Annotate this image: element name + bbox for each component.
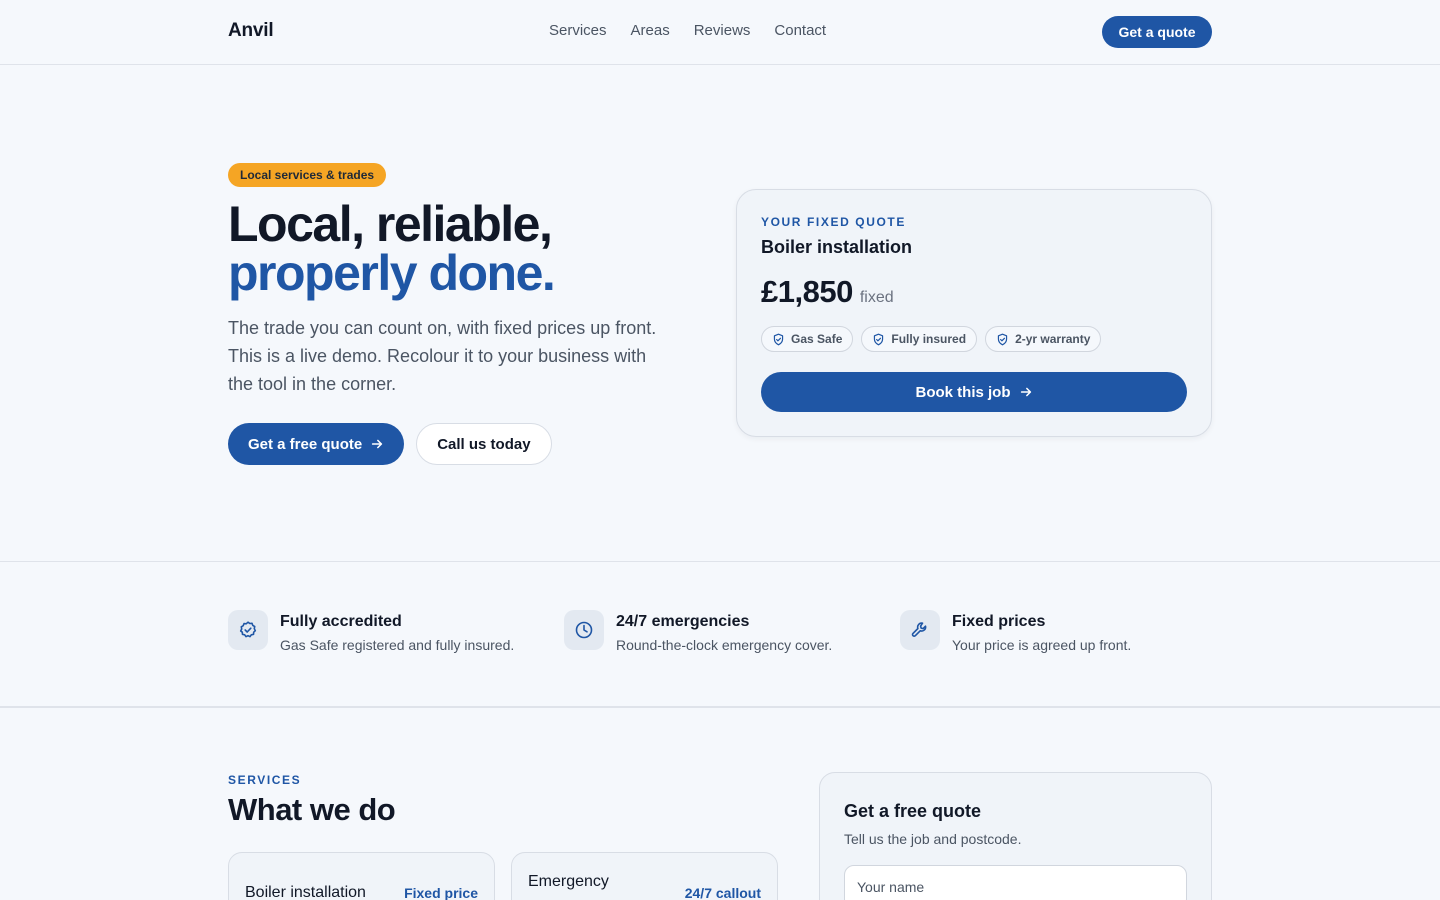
service-card-boiler[interactable]: Boiler installation Fixed price <box>228 852 495 900</box>
form-title: Get a free quote <box>844 801 982 821</box>
check-badge-icon <box>228 610 268 650</box>
free-quote-label: Get a free quote <box>248 435 363 453</box>
feature-title: 24/7 emergencies <box>616 613 750 630</box>
wrench-icon <box>900 610 940 650</box>
name-input[interactable] <box>844 865 1187 900</box>
badge-warranty: 2-yr warranty <box>985 326 1102 352</box>
hero-actions: Get a free quote Call us today <box>228 423 552 465</box>
services-title: What we do <box>228 792 396 827</box>
feature-fixed-prices: Fixed prices Your price is agreed up fro… <box>900 610 1131 653</box>
hero-title-line2: properly done. <box>228 245 556 301</box>
fixed-quote-card: YOUR FIXED QUOTE Boiler installation £1,… <box>736 189 1212 437</box>
book-job-button[interactable]: Book this job <box>761 372 1187 412</box>
services-eyebrow: SERVICES <box>228 773 302 787</box>
hero-title-line1: Local, reliable, <box>228 196 553 252</box>
service-name: Boiler installation <box>245 884 366 900</box>
main-nav: Services Areas Reviews Contact <box>549 22 826 39</box>
quote-price-row: £1,850 fixed <box>761 274 894 310</box>
feature-desc: Your price is agreed up front. <box>952 637 1132 653</box>
service-card-emergency[interactable]: Emergency 24/7 callout <box>511 852 778 900</box>
arrow-right-icon <box>372 439 383 449</box>
nav-contact[interactable]: Contact <box>774 22 826 39</box>
book-job-label: Book this job <box>915 383 1011 401</box>
hero-subtitle: The trade you can count on, with fixed p… <box>228 318 657 394</box>
badge-label: Gas Safe <box>791 332 843 346</box>
feature-desc: Gas Safe registered and fully insured. <box>280 637 515 653</box>
shield-check-icon <box>997 333 1008 345</box>
service-name: Emergency <box>528 873 609 890</box>
brand-logo[interactable]: Anvil <box>228 20 274 42</box>
hero-title: Local, reliable, properly done. <box>228 196 708 301</box>
feature-emergencies: 24/7 emergencies Round-the-clock emergen… <box>564 610 832 653</box>
service-tag: Fixed price <box>404 885 478 900</box>
service-tag: 24/7 callout <box>684 885 761 900</box>
free-quote-button[interactable]: Get a free quote <box>228 423 405 465</box>
badge-fully-insured: Fully insured <box>861 326 978 352</box>
nav-areas[interactable]: Areas <box>631 22 670 39</box>
badge-gas-safe: Gas Safe <box>761 326 854 352</box>
clock-icon <box>564 610 604 650</box>
site-header: Anvil Services Areas Reviews Contact Get… <box>0 0 1440 65</box>
quote-form-card: Get a free quote Tell us the job and pos… <box>819 772 1212 900</box>
nav-reviews[interactable]: Reviews <box>694 22 751 39</box>
feature-title: Fully accredited <box>280 613 402 630</box>
badge-label: 2-yr warranty <box>1015 332 1091 346</box>
header-quote-button[interactable]: Get a quote <box>1102 16 1212 48</box>
quote-eyebrow: YOUR FIXED QUOTE <box>761 215 906 229</box>
feature-title: Fixed prices <box>952 613 1046 630</box>
nav-services[interactable]: Services <box>549 22 607 39</box>
feature-accredited: Fully accredited Gas Safe registered and… <box>228 610 514 653</box>
arrow-right-icon <box>1020 387 1031 397</box>
shield-check-icon <box>874 333 884 345</box>
badge-label: Fully insured <box>891 332 967 346</box>
quote-price: £1,850 <box>761 274 853 309</box>
category-tag: Local services & trades <box>228 163 387 187</box>
features-strip: Fully accredited Gas Safe registered and… <box>0 561 1440 708</box>
shield-check-icon <box>773 333 784 345</box>
quote-job-title: Boiler installation <box>761 237 913 257</box>
call-us-button[interactable]: Call us today <box>416 423 552 465</box>
quote-badges: Gas Safe Fully insured 2-yr warranty <box>761 326 1102 352</box>
quote-price-unit: fixed <box>859 289 894 306</box>
feature-desc: Round-the-clock emergency cover. <box>616 637 833 653</box>
form-subtitle: Tell us the job and postcode. <box>844 831 1022 847</box>
